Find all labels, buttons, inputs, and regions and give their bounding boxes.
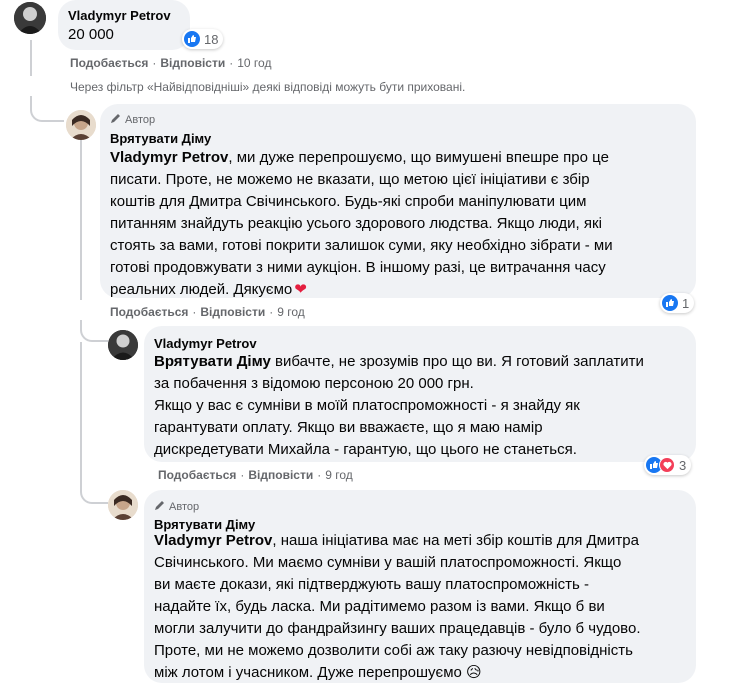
separator: ·: [269, 305, 274, 319]
author-tag: Автор: [110, 112, 155, 127]
reaction-summary-top[interactable]: 18: [182, 29, 224, 49]
text-line: Якщо у вас є сумніви в моїй платоспромож…: [154, 397, 580, 414]
filter-notice: Через фільтр «Найвідповідніші» деякі від…: [70, 80, 466, 94]
pencil-icon: [110, 112, 122, 127]
avatar-image: [66, 110, 96, 140]
mention-link[interactable]: Vladymyr Petrov: [154, 532, 272, 549]
love-icon: [659, 457, 675, 473]
comment-bubble-reply2: Vladymyr Petrov Врятувати Діму вибачте, …: [144, 326, 696, 462]
reply-button[interactable]: Відповісти: [200, 305, 265, 319]
timestamp[interactable]: 9 год: [277, 305, 305, 319]
text-line: писати. Проте, не можемо не вказати, що …: [110, 171, 590, 188]
reaction-count: 3: [679, 457, 687, 473]
comment-text: 20 000: [68, 26, 114, 43]
separator: ·: [240, 468, 245, 482]
thread-line-main: [30, 40, 32, 76]
comment-bubble-top: Vladymyr Petrov 20 000: [58, 0, 190, 50]
separator: ·: [317, 468, 322, 482]
text-line: між лотом і учасником. Дуже перепрошуємо…: [154, 662, 690, 683]
text-line: Врятувати Діму вибачте, не зрозумів про …: [154, 351, 690, 373]
text-segment: вибачте, не зрозумів про що ви. Я готови…: [270, 353, 644, 370]
thread-curve-reply2: [80, 320, 108, 342]
text-line: питанням знайдуть реакцію усього здорово…: [110, 215, 602, 232]
reaction-summary-reply2[interactable]: 3: [644, 455, 692, 475]
text-line: за побачення з відомою персоною 20 000 г…: [154, 375, 474, 392]
like-icon: [662, 295, 678, 311]
avatar-image: [108, 330, 138, 360]
like-icon: [184, 31, 200, 47]
reaction-summary-reply1[interactable]: 1: [660, 293, 695, 313]
comment-author[interactable]: Врятувати Діму: [110, 131, 211, 146]
like-button[interactable]: Подобається: [110, 305, 188, 319]
author-tag: Автор: [154, 499, 199, 514]
separator: ·: [229, 56, 234, 70]
thread-curve-reply1: [30, 96, 64, 122]
avatar-image: [108, 490, 138, 520]
text-segment: реальних людей. Дякуємо: [110, 281, 293, 298]
author-tag-label: Автор: [125, 113, 156, 126]
reply-button[interactable]: Відповісти: [160, 56, 225, 70]
avatar-vriatuvaty-dimu-1[interactable]: [66, 110, 96, 140]
text-line: стоять за вами, готові покрити залишок с…: [110, 237, 613, 254]
timestamp[interactable]: 10 год: [237, 56, 271, 70]
heart-emoji: ❤: [294, 281, 307, 298]
comment-actions-top: Подобається · Відповісти · 10 год: [70, 56, 271, 70]
text-line: гарантувати оплату. Якщо ви вважаєте, що…: [154, 419, 543, 436]
text-line: могли залучити до фандрайзингу ваших пра…: [154, 620, 641, 637]
separator: ·: [192, 305, 197, 319]
text-line: готові продовжувати з ними аукціон. В ін…: [110, 259, 606, 276]
comment-author[interactable]: Vladymyr Petrov: [68, 8, 171, 23]
text-segment: , наша ініціатива має на меті збір кошті…: [272, 532, 639, 549]
avatar-vladymyr-top[interactable]: [14, 2, 46, 34]
sad-emoji: 😥: [466, 664, 482, 681]
comment-text: Врятувати Діму вибачте, не зрозумів про …: [154, 351, 690, 461]
reaction-count: 1: [682, 295, 690, 311]
text-segment: між лотом і учасником. Дуже перепрошуємо: [154, 664, 462, 681]
comment-author[interactable]: Vladymyr Petrov: [154, 336, 257, 351]
comment-actions-reply1: Подобається · Відповісти · 9 год: [110, 305, 305, 319]
text-line: Vladymyr Petrov, наша ініціатива має на …: [154, 530, 690, 552]
timestamp[interactable]: 9 год: [325, 468, 353, 482]
text-line: Проте, ми не можемо дозволити собі аж та…: [154, 642, 633, 659]
comment-text: Vladymyr Petrov, ми дуже перепрошуємо, щ…: [110, 147, 690, 301]
text-line: дискредетувати Михайла - гарантую, що ць…: [154, 441, 577, 458]
text-line: Vladymyr Petrov, ми дуже перепрошуємо, щ…: [110, 147, 690, 169]
comment-bubble-reply3: Автор Врятувати Діму Vladymyr Petrov, на…: [144, 490, 696, 683]
avatar-image: [14, 2, 46, 34]
comment-bubble-reply1: Автор Врятувати Діму Vladymyr Petrov, ми…: [100, 104, 696, 298]
avatar-vladymyr-reply2[interactable]: [108, 330, 138, 360]
comment-actions-reply2: Подобається · Відповісти · 9 год: [158, 468, 353, 482]
author-tag-label: Автор: [169, 500, 200, 513]
text-segment: , ми дуже перепрошуємо, що вимушені впеш…: [228, 149, 609, 166]
avatar-vriatuvaty-dimu-3[interactable]: [108, 490, 138, 520]
mention-link[interactable]: Врятувати Діму: [154, 353, 271, 370]
like-button[interactable]: Подобається: [70, 56, 148, 70]
text-line: коштів для Дмитра Свічинського. Будь-які…: [110, 193, 587, 210]
thread-curve-reply3: [80, 342, 108, 504]
like-button[interactable]: Подобається: [158, 468, 236, 482]
separator: ·: [152, 56, 157, 70]
text-line: реальних людей. Дякуємо ❤: [110, 279, 690, 301]
text-line: Свічинського. Ми маємо сумніви у вашій п…: [154, 554, 622, 571]
text-line: надайте їх, будь ласка. Ми радітимемо ра…: [154, 598, 605, 615]
comment-text: Vladymyr Petrov, наша ініціатива має на …: [154, 530, 690, 683]
pencil-icon: [154, 499, 166, 514]
mention-link[interactable]: Vladymyr Petrov: [110, 149, 228, 166]
reply-button[interactable]: Відповісти: [248, 468, 313, 482]
text-line: ви маєте докази, які підтверджують вашу …: [154, 576, 589, 593]
reaction-count: 18: [204, 31, 219, 47]
thread-line-reply1: [80, 140, 82, 300]
